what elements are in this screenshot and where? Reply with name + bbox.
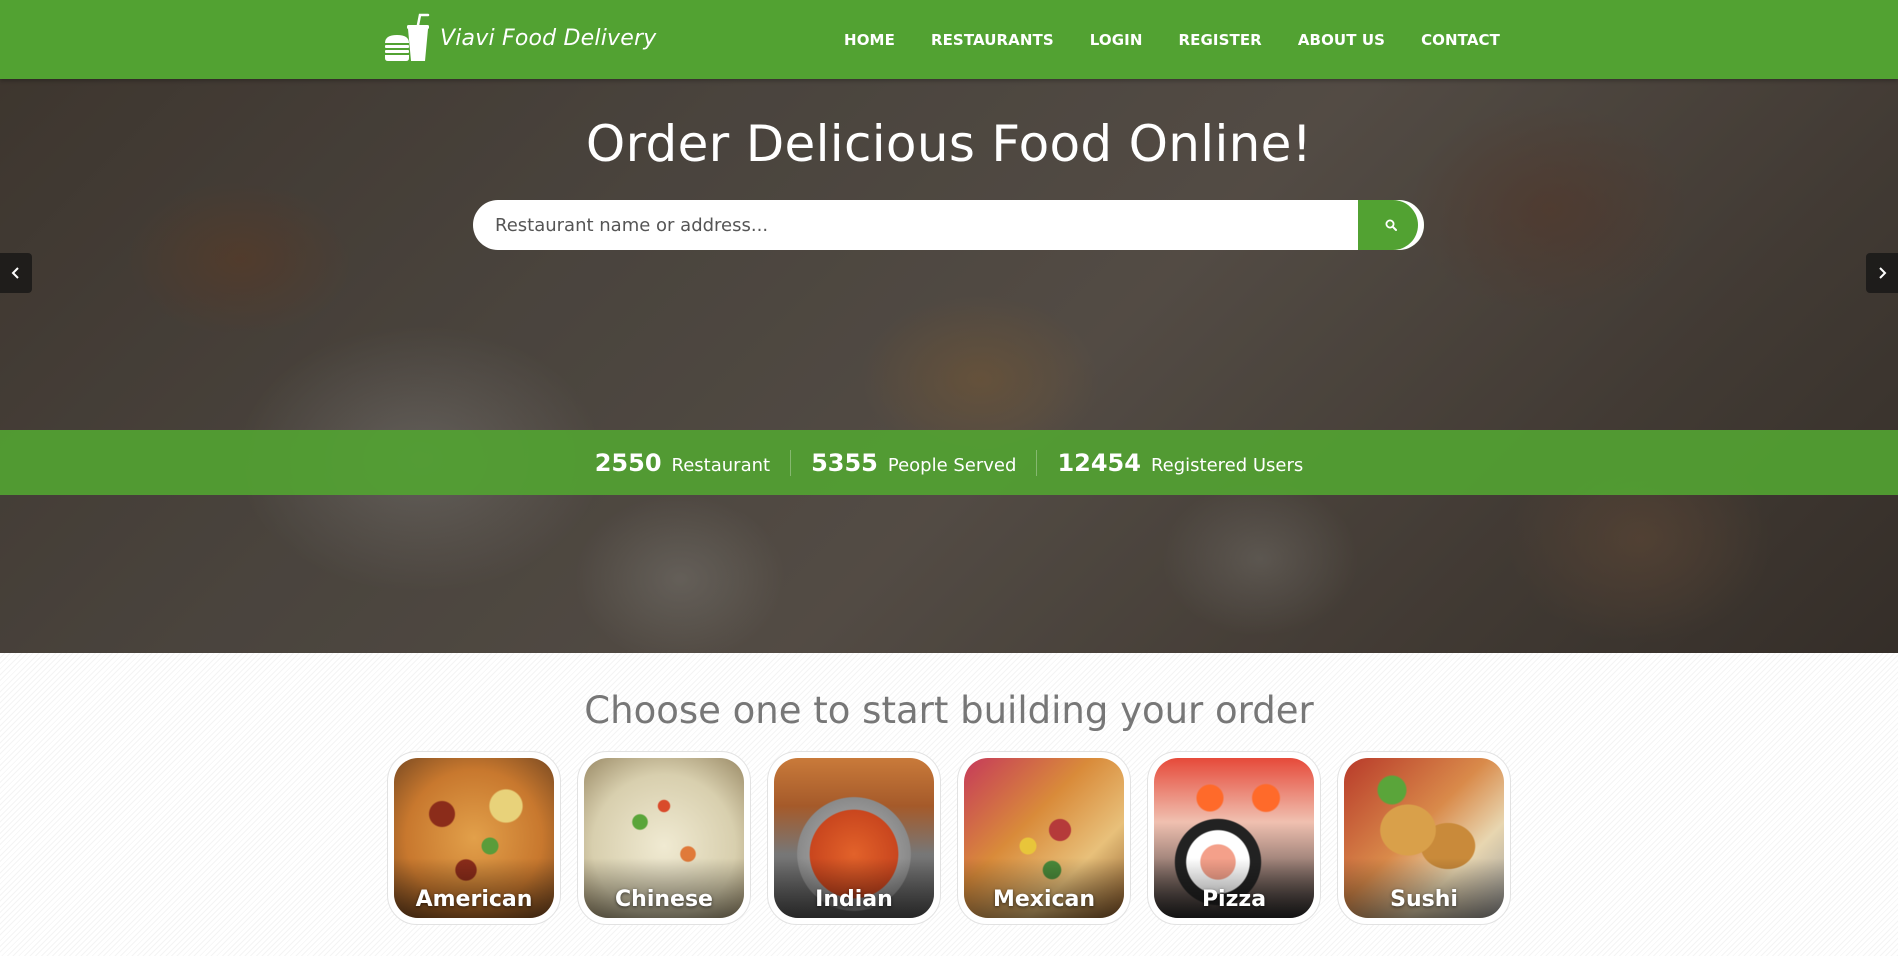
search-icon [1385,219,1397,231]
carousel-prev-button[interactable] [0,253,32,293]
stat-people-served: 5355 People Served [791,449,1036,477]
food-delivery-logo-icon [385,13,430,61]
nav-register[interactable]: REGISTER [1179,31,1262,49]
category-image: American [394,758,554,918]
nav-restaurants[interactable]: RESTAURANTS [931,31,1054,49]
category-chinese[interactable]: Chinese [577,751,751,925]
brand-logo[interactable]: Viavi Food Delivery [382,12,656,64]
category-american[interactable]: American [387,751,561,925]
stat-registered-users: 12454 Registered Users [1037,449,1323,477]
stats-bar: 2550 Restaurant 5355 People Served 12454… [0,430,1898,495]
category-label: Chinese [615,887,713,912]
search-button[interactable] [1358,200,1424,250]
brand-name: Viavi Food Delivery [440,25,657,51]
category-label: Sushi [1390,887,1458,912]
category-image: Sushi [1344,758,1504,918]
category-image: Indian [774,758,934,918]
category-section: Choose one to start building your order … [0,653,1898,956]
hero-title: Order Delicious Food Online! [585,115,1313,173]
category-pizza[interactable]: Pizza [1147,751,1321,925]
category-image: Chinese [584,758,744,918]
category-heading: Choose one to start building your order [584,689,1314,732]
category-label: Mexican [992,887,1096,912]
stat-value: 12454 [1057,448,1141,477]
stat-value: 2550 [594,448,662,477]
stat-label: Restaurant [671,454,771,476]
category-sushi[interactable]: Sushi [1337,751,1511,925]
chevron-left-icon [11,267,19,279]
category-list: American Chinese Indian Mexican Pizza Su [387,751,1527,925]
carousel-next-button[interactable] [1866,253,1898,293]
stat-label: People Served [887,454,1017,476]
category-image: Mexican [964,758,1124,918]
search-input[interactable] [473,200,1358,250]
nav-about-us[interactable]: ABOUT US [1298,31,1385,49]
category-label: Pizza [1201,887,1267,912]
nav-login[interactable]: LOGIN [1090,31,1143,49]
hero-banner: Order Delicious Food Online! 2550 Restau… [0,79,1898,653]
stat-restaurants: 2550 Restaurant [575,449,790,477]
nav-home[interactable]: HOME [844,31,895,49]
category-image: Pizza [1154,758,1314,918]
category-label: Indian [815,887,893,912]
search-bar [473,200,1424,250]
nav-contact[interactable]: CONTACT [1421,31,1500,49]
site-header: Viavi Food Delivery HOME RESTAURANTS LOG… [0,0,1898,79]
category-mexican[interactable]: Mexican [957,751,1131,925]
category-indian[interactable]: Indian [767,751,941,925]
stat-value: 5355 [811,448,878,477]
stat-label: Registered Users [1150,454,1304,476]
main-nav: HOME RESTAURANTS LOGIN REGISTER ABOUT US… [808,0,1500,79]
chevron-right-icon [1879,267,1887,279]
category-label: American [415,887,533,912]
